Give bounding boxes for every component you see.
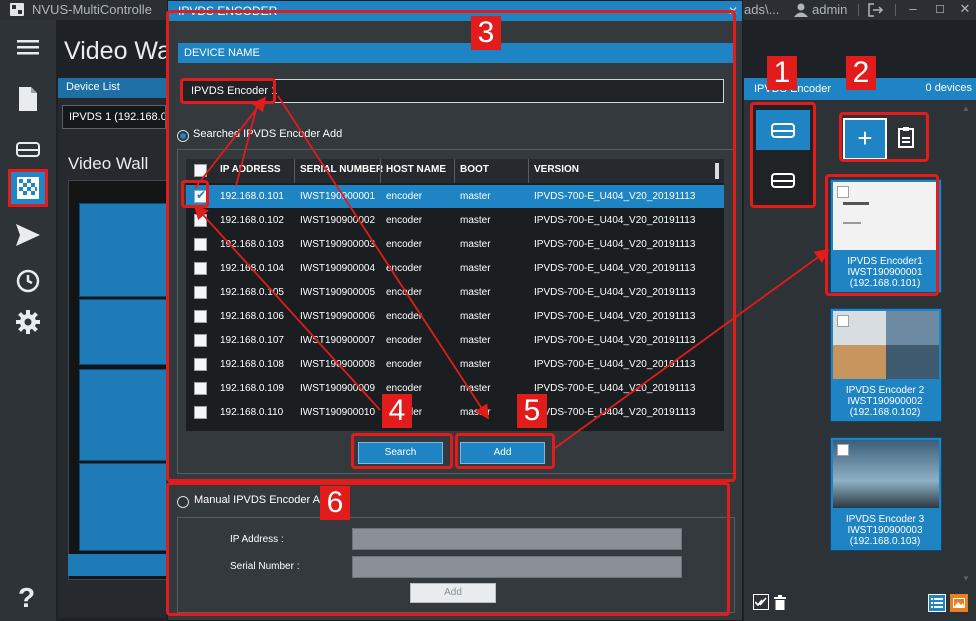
annotation-box xyxy=(180,78,276,104)
annotation-box xyxy=(455,433,555,469)
card-checkbox[interactable] xyxy=(837,444,849,456)
annotation-number: 6 xyxy=(320,486,350,520)
annotation-number: 3 xyxy=(471,16,501,50)
card-checkbox[interactable] xyxy=(837,315,849,327)
annotation-number: 4 xyxy=(382,394,412,428)
annotation-box xyxy=(750,102,816,208)
annotation-box xyxy=(166,482,730,616)
annotation-number: 1 xyxy=(767,56,797,90)
annotation-box xyxy=(351,433,453,469)
annotation-number: 5 xyxy=(517,394,547,428)
annotation-box xyxy=(839,112,929,162)
annotation-box xyxy=(181,180,209,208)
annotation-number: 2 xyxy=(846,56,876,90)
card-checkbox[interactable] xyxy=(837,186,849,198)
